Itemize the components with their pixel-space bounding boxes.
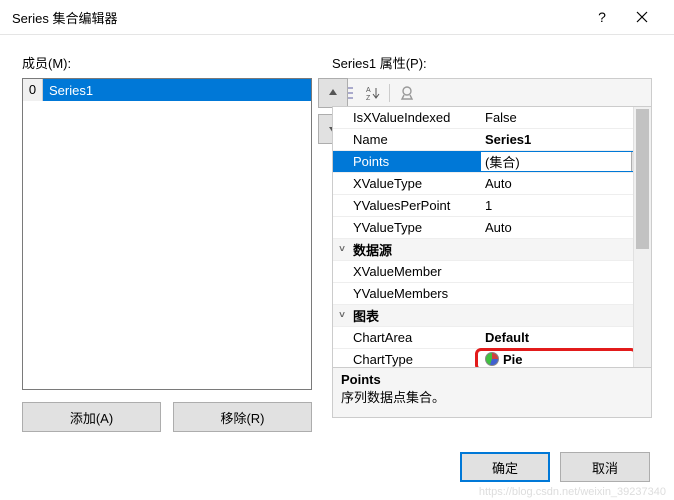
remove-button[interactable]: 移除(R) (173, 402, 312, 432)
property-row[interactable]: YValueMembers (333, 283, 651, 305)
move-up-button[interactable] (318, 78, 348, 108)
expand-icon[interactable]: ˅ (333, 310, 351, 321)
description-panel: Points 序列数据点集合。 (332, 368, 652, 418)
window-title: Series 集合编辑器 (12, 8, 582, 27)
watermark: https://blog.csdn.net/weixin_39237340 (479, 486, 666, 498)
add-button[interactable]: 添加(A) (22, 402, 161, 432)
property-category[interactable]: ˅数据源 (333, 239, 651, 261)
svg-text:A: A (366, 87, 371, 94)
svg-text:Z: Z (366, 95, 371, 101)
property-value[interactable]: Default (481, 330, 651, 345)
property-row[interactable]: YValuesPerPoint1 (333, 195, 651, 217)
property-name: 数据源 (351, 240, 392, 259)
property-grid[interactable]: IsXValueIndexedFalseNameSeries1Points(集合… (332, 106, 652, 368)
property-name: ChartArea (351, 330, 481, 345)
property-value[interactable]: Pie (481, 352, 651, 367)
property-value[interactable]: Auto (481, 176, 651, 191)
member-index: 0 (23, 79, 43, 101)
property-value[interactable]: Series1 (481, 132, 651, 147)
property-row[interactable]: ChartTypePie (333, 349, 651, 368)
help-button[interactable]: ? (582, 2, 622, 32)
description-text: 序列数据点集合。 (341, 387, 643, 406)
property-name: YValueMembers (351, 286, 481, 301)
property-value[interactable]: 1 (481, 198, 651, 213)
ok-button[interactable]: 确定 (460, 452, 550, 482)
cancel-button[interactable]: 取消 (560, 452, 650, 482)
pie-icon (485, 352, 499, 366)
property-name: 图表 (351, 306, 379, 325)
property-row[interactable]: NameSeries1 (333, 129, 651, 151)
property-row[interactable]: XValueTypeAuto (333, 173, 651, 195)
scrollbar-thumb[interactable] (636, 109, 649, 249)
member-name: Series1 (43, 83, 93, 98)
properties-label: Series1 属性(P): (332, 53, 652, 72)
property-toolbar: AZ (332, 78, 652, 106)
members-list[interactable]: 0 Series1 (22, 78, 312, 390)
property-name: Points (351, 154, 481, 169)
members-label: 成员(M): (22, 53, 312, 72)
property-value[interactable]: False (481, 110, 651, 125)
property-row[interactable]: YValueTypeAuto (333, 217, 651, 239)
expand-icon[interactable]: ˅ (333, 244, 351, 255)
property-name: YValuesPerPoint (351, 198, 481, 213)
scrollbar[interactable] (633, 107, 651, 367)
description-title: Points (341, 372, 643, 387)
member-item[interactable]: 0 Series1 (23, 79, 311, 101)
property-name: XValueType (351, 176, 481, 191)
property-name: Name (351, 132, 481, 147)
property-category[interactable]: ˅图表 (333, 305, 651, 327)
titlebar: Series 集合编辑器 ? (0, 0, 674, 35)
property-name: IsXValueIndexed (351, 110, 481, 125)
property-pages-icon[interactable] (398, 84, 416, 102)
highlight-annotation (475, 348, 637, 368)
arrow-up-icon (327, 87, 339, 99)
close-icon (636, 11, 648, 23)
alphabetical-icon[interactable]: AZ (363, 84, 381, 102)
property-name: ChartType (351, 352, 481, 367)
property-row[interactable]: XValueMember (333, 261, 651, 283)
property-row[interactable]: IsXValueIndexedFalse (333, 107, 651, 129)
property-value[interactable]: Auto (481, 220, 651, 235)
property-row[interactable]: Points(集合)... (333, 151, 651, 173)
property-row[interactable]: ChartAreaDefault (333, 327, 651, 349)
close-button[interactable] (622, 2, 662, 32)
property-name: YValueType (351, 220, 481, 235)
property-value[interactable]: (集合)... (481, 152, 651, 171)
property-name: XValueMember (351, 264, 481, 279)
